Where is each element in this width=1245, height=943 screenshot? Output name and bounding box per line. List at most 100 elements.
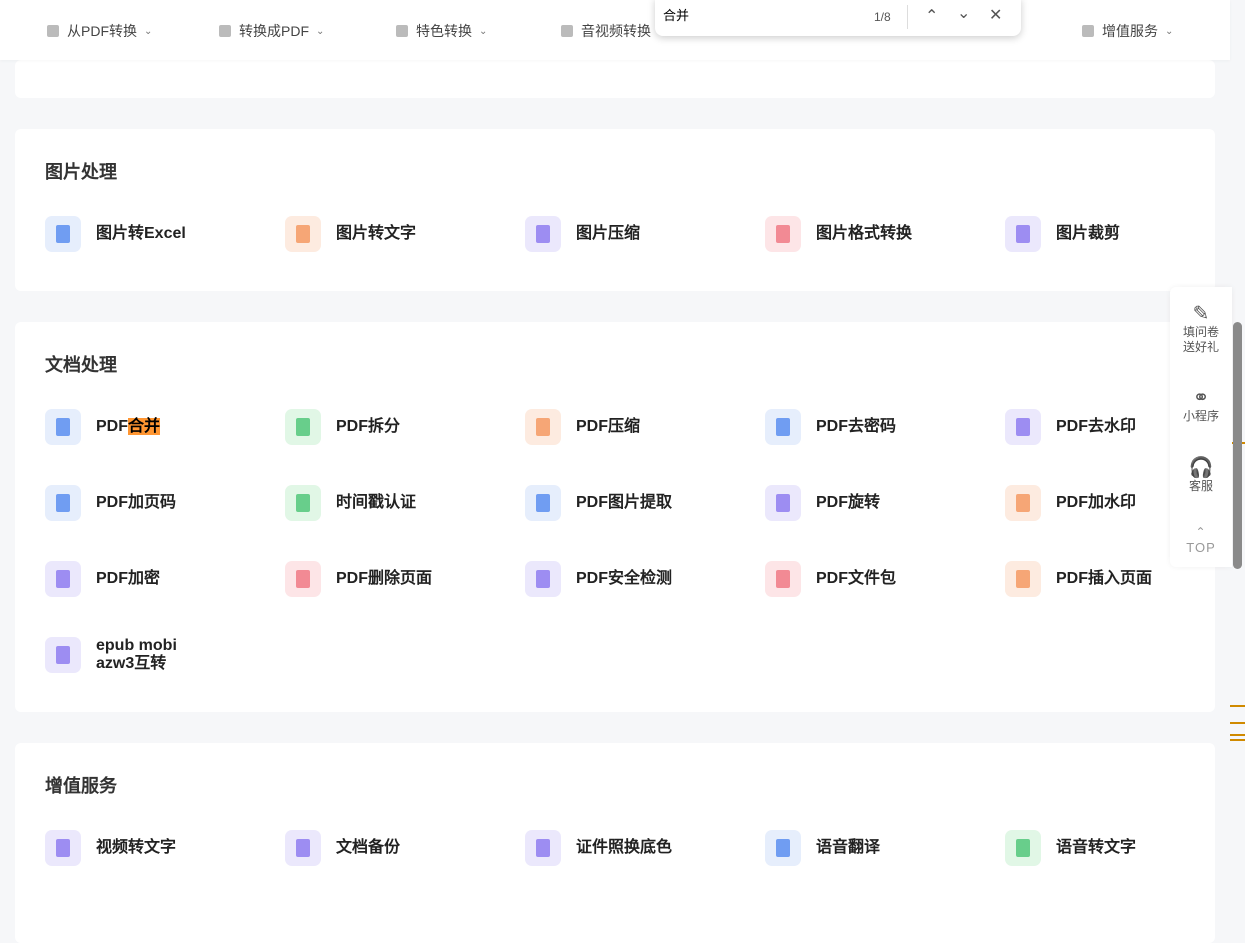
scrollbar[interactable] [1233,322,1242,569]
tool-item[interactable]: PDF压缩 [525,409,640,445]
tool-label-text: PDF删除页面 [336,570,433,587]
tool-label-text: PDF旋转 [816,494,881,511]
tool-item[interactable]: 文档备份 [285,830,400,866]
tool-label-text: 图片压缩 [576,225,641,242]
nav-icon [219,25,231,37]
tool-label: 图片压缩 [576,225,640,243]
tool-label: PDF安全检测 [576,570,672,588]
tool-label: 图片转Excel [96,225,186,243]
tool-icon [1005,561,1041,597]
tool-label: PDF文件包 [816,570,896,588]
tool-item[interactable]: 证件照换底色 [525,830,672,866]
nav-0[interactable]: 从PDF转换 ⌄ [47,21,152,41]
find-marker [1230,722,1245,724]
chevron-up-icon[interactable]: ⌃ [925,6,938,26]
tool-label: PDF合并 [96,418,161,436]
tool-icon [285,409,321,445]
tool-label-text: PDF去水印 [1056,418,1137,435]
tool-icon [1005,409,1041,445]
tool-icon [765,216,801,252]
find-count: 1/8 [874,10,891,24]
mini-program-icon: ⚭ [1192,387,1210,409]
mini-program-button[interactable]: ⚭ 小程序 [1170,387,1232,424]
divider [907,5,908,29]
tool-item[interactable]: PDF旋转 [765,485,880,521]
tool-item[interactable]: PDF插入页面 [1005,561,1152,597]
chevron-down-icon: ⌄ [316,25,325,37]
tool-label: PDF去密码 [816,418,896,436]
chevron-down-icon[interactable]: ⌄ [957,3,970,23]
tool-item[interactable]: PDF拆分 [285,409,400,445]
nav-icon [561,25,573,37]
tool-icon [765,830,801,866]
tool-item[interactable]: 语音翻译 [765,830,880,866]
tool-label: 文档备份 [336,839,400,857]
tool-label-text: PDF文件包 [816,570,897,587]
tool-item[interactable]: 图片格式转换 [765,216,912,252]
tool-label-text: epub mobi azw3互转 [96,637,177,672]
tool-icon [1005,216,1041,252]
tool-item[interactable]: PDF文件包 [765,561,896,597]
tool-icon [285,830,321,866]
nav-1[interactable]: 转换成PDF ⌄ [219,21,324,41]
tool-item[interactable]: PDF删除页面 [285,561,432,597]
nav-label: 音视频转换 [581,23,651,39]
tool-item[interactable]: PDF图片提取 [525,485,672,521]
tool-icon [45,485,81,521]
tool-item[interactable]: epub mobi azw3互转 [45,637,177,673]
tool-icon [1005,830,1041,866]
tool-icon [45,561,81,597]
tool-label: PDF插入页面 [1056,570,1152,588]
tool-label-text: PDF插入页面 [1056,570,1153,587]
tool-label: PDF删除页面 [336,570,432,588]
find-marker [1230,734,1245,736]
tool-item[interactable]: 语音转文字 [1005,830,1136,866]
tool-item[interactable]: 时间戳认证 [285,485,416,521]
survey-button[interactable]: ✎ 填问卷 送好礼 [1170,304,1232,355]
headset-icon: 🎧 [1188,457,1214,479]
customer-service-button[interactable]: 🎧 客服 [1170,457,1232,494]
tool-item[interactable]: 视频转文字 [45,830,176,866]
tool-icon [285,561,321,597]
tool-item[interactable]: 图片转Excel [45,216,186,252]
tool-label-text: PDF压缩 [576,418,641,435]
tool-item[interactable]: PDF去密码 [765,409,896,445]
tool-item[interactable]: 图片转文字 [285,216,416,252]
tool-item[interactable]: 图片压缩 [525,216,640,252]
close-icon[interactable]: ✕ [989,5,1002,25]
customer-service-label: 客服 [1188,479,1213,493]
tool-item[interactable]: PDF加水印 [1005,485,1136,521]
tool-label: 图片格式转换 [816,225,912,243]
tool-item[interactable]: 图片裁剪 [1005,216,1120,252]
tool-icon [45,830,81,866]
tool-label-text: PDF拆分 [336,418,401,435]
nav-label: 特色转换 [416,23,472,39]
tool-item[interactable]: PDF安全检测 [525,561,672,597]
tool-label: 图片转文字 [336,225,416,243]
nav-2[interactable]: 特色转换 ⌄ [396,21,487,41]
tool-label: 视频转文字 [96,839,176,857]
section-card: 图片处理 图片转Excel 图片转文字 图片压缩 图片格式转换 图片裁剪 [15,129,1215,291]
nav-3[interactable]: 音视频转换 [561,21,651,41]
tool-icon [45,216,81,252]
tool-label-text: 语音转文字 [1056,839,1137,856]
back-to-top-button[interactable]: ⌃ TOP [1170,525,1232,555]
nav-4[interactable]: 增值服务 ⌄ [1082,21,1173,41]
tool-item[interactable]: PDF加密 [45,561,160,597]
tool-label: 语音翻译 [816,839,880,857]
find-input[interactable] [663,7,863,22]
tool-item[interactable]: PDF合并 [45,409,161,445]
tool-item[interactable]: PDF去水印 [1005,409,1136,445]
tool-label-text: PDF [96,418,128,435]
tool-label: PDF去水印 [1056,418,1136,436]
tool-item[interactable]: PDF加页码 [45,485,176,521]
tool-label-text: 证件照换底色 [576,839,673,856]
tool-label-text: 图片格式转换 [816,225,913,242]
chevron-down-icon: ⌄ [1165,25,1174,37]
tool-label-text: 图片转文字 [336,225,417,242]
find-marker [1230,705,1245,707]
tool-icon [1005,485,1041,521]
tool-icon [525,216,561,252]
tool-label: 图片裁剪 [1056,225,1120,243]
tool-icon [525,561,561,597]
